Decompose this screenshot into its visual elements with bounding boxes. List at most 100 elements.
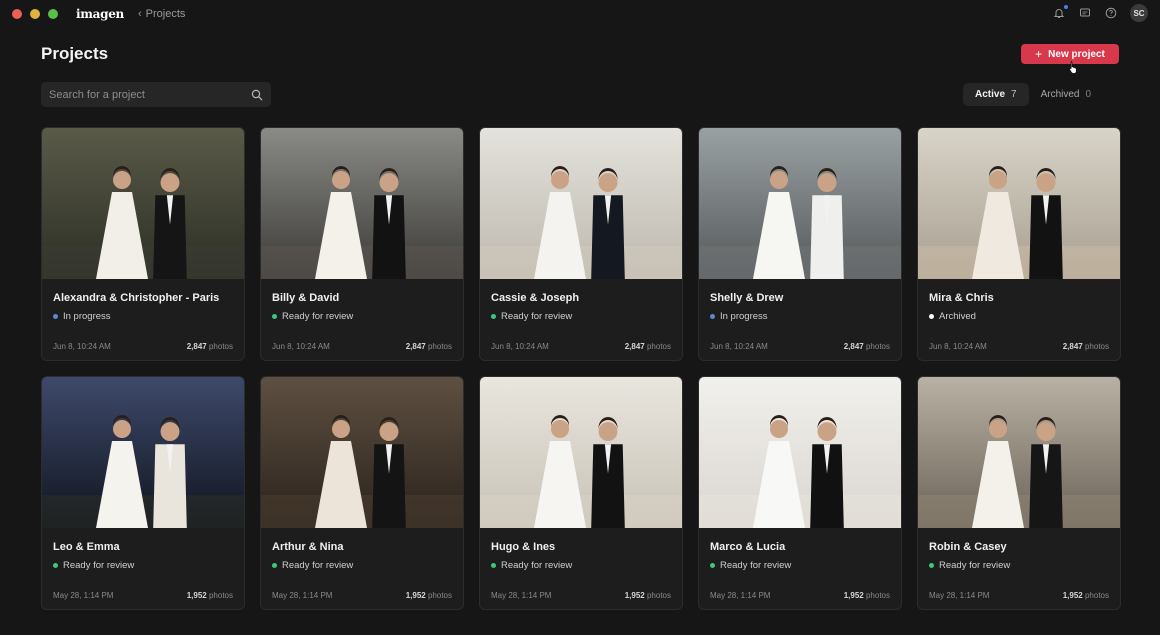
photo-count-value: 1,952 xyxy=(405,591,426,600)
photo-count: 2,847 photos xyxy=(187,342,233,351)
tab-archived-label: Archived xyxy=(1040,89,1080,100)
photo-count-label: photos xyxy=(208,342,233,351)
user-avatar[interactable]: SC xyxy=(1130,4,1148,22)
search-input[interactable] xyxy=(49,88,251,101)
minimize-window-button[interactable] xyxy=(30,8,40,19)
project-thumbnail[interactable] xyxy=(699,128,901,279)
photo-count: 2,847 photos xyxy=(406,342,452,351)
project-date: May 28, 1:14 PM xyxy=(53,591,114,600)
photo-count: 1,952 photos xyxy=(844,591,890,600)
project-thumbnail[interactable] xyxy=(261,128,463,279)
tab-archived-count: 0 xyxy=(1085,89,1092,100)
project-name: Marco & Lucia xyxy=(710,541,786,553)
page-title: Projects xyxy=(41,44,109,63)
status-label: Archived xyxy=(939,311,976,322)
photo-count-label: photos xyxy=(865,342,890,351)
status-dot xyxy=(929,563,934,568)
search-icon[interactable] xyxy=(251,89,263,101)
project-card[interactable]: Robin & Casey Ready for review May 28, 1… xyxy=(917,376,1121,610)
project-thumbnail[interactable] xyxy=(480,377,682,528)
mouse-cursor-icon xyxy=(1069,61,1077,74)
status-label: Ready for review xyxy=(939,560,1011,571)
project-thumbnail[interactable] xyxy=(699,377,901,528)
project-thumbnail[interactable] xyxy=(480,128,682,279)
status-badge: Ready for review xyxy=(272,560,353,571)
project-card[interactable]: Cassie & Joseph Ready for review Jun 8, … xyxy=(479,127,683,361)
project-card[interactable]: Marco & Lucia Ready for review May 28, 1… xyxy=(698,376,902,610)
photo-count-label: photos xyxy=(427,342,452,351)
status-badge: Ready for review xyxy=(491,560,572,571)
project-thumbnail[interactable] xyxy=(918,128,1120,279)
photo-count: 1,952 photos xyxy=(187,591,233,600)
plus-icon: + xyxy=(1035,47,1043,61)
status-label: Ready for review xyxy=(63,560,135,571)
photo-count-label: photos xyxy=(646,342,671,351)
photo-count-label: photos xyxy=(646,591,671,600)
project-date: Jun 8, 10:24 AM xyxy=(929,342,987,351)
status-label: In progress xyxy=(63,311,111,322)
project-thumbnail[interactable] xyxy=(42,128,244,279)
project-name: Mira & Chris xyxy=(929,292,994,304)
project-card[interactable]: Arthur & Nina Ready for review May 28, 1… xyxy=(260,376,464,610)
titlebar-actions: SC xyxy=(1052,4,1148,22)
photo-count-value: 1,952 xyxy=(1062,591,1083,600)
status-badge: Archived xyxy=(929,311,976,322)
project-card[interactable]: Shelly & Drew In progress Jun 8, 10:24 A… xyxy=(698,127,902,361)
app-logo[interactable]: imagen xyxy=(76,7,124,21)
project-name: Shelly & Drew xyxy=(710,292,784,304)
tab-archived[interactable]: Archived 0 xyxy=(1029,83,1103,106)
status-dot xyxy=(929,314,934,319)
status-badge: Ready for review xyxy=(53,560,134,571)
project-card[interactable]: Hugo & Ines Ready for review May 28, 1:1… xyxy=(479,376,683,610)
tab-active-count: 7 xyxy=(1011,89,1017,100)
project-card[interactable]: Leo & Emma Ready for review May 28, 1:14… xyxy=(41,376,245,610)
project-date: May 28, 1:14 PM xyxy=(272,591,333,600)
project-date: Jun 8, 10:24 AM xyxy=(710,342,768,351)
status-badge: Ready for review xyxy=(929,560,1010,571)
project-name: Leo & Emma xyxy=(53,541,120,553)
photo-count-value: 1,952 xyxy=(843,591,864,600)
status-dot xyxy=(53,314,58,319)
photo-count-label: photos xyxy=(1084,591,1109,600)
photo-count-value: 1,952 xyxy=(186,591,207,600)
bell-icon[interactable] xyxy=(1052,5,1068,20)
status-label: Ready for review xyxy=(282,311,354,322)
project-card[interactable]: Billy & David Ready for review Jun 8, 10… xyxy=(260,127,464,361)
status-badge: In progress xyxy=(710,311,768,322)
project-card[interactable]: Mira & Chris Archived Jun 8, 10:24 AM 2,… xyxy=(917,127,1121,361)
photo-count: 2,847 photos xyxy=(625,342,671,351)
project-card[interactable]: Alexandra & Christopher - Paris In progr… xyxy=(41,127,245,361)
photo-count-value: 2,847 xyxy=(624,342,645,351)
help-icon[interactable] xyxy=(1104,6,1118,20)
project-date: Jun 8, 10:24 AM xyxy=(53,342,111,351)
status-badge: Ready for review xyxy=(710,560,791,571)
project-date: Jun 8, 10:24 AM xyxy=(491,342,549,351)
project-thumbnail[interactable] xyxy=(42,377,244,528)
project-date: May 28, 1:14 PM xyxy=(710,591,771,600)
project-name: Arthur & Nina xyxy=(272,541,344,553)
chat-icon[interactable] xyxy=(1078,6,1092,20)
status-dot xyxy=(710,563,715,568)
project-name: Hugo & Ines xyxy=(491,541,556,553)
close-window-button[interactable] xyxy=(12,8,22,19)
photo-count-value: 1,952 xyxy=(624,591,645,600)
tab-active-label: Active xyxy=(975,89,1006,100)
project-name: Robin & Casey xyxy=(929,541,1007,553)
project-date: Jun 8, 10:24 AM xyxy=(272,342,330,351)
status-label: In progress xyxy=(720,311,768,322)
photo-count-label: photos xyxy=(208,591,233,600)
status-label: Ready for review xyxy=(501,311,573,322)
status-badge: In progress xyxy=(53,311,111,322)
status-dot xyxy=(272,563,277,568)
maximize-window-button[interactable] xyxy=(48,8,58,19)
photo-count: 1,952 photos xyxy=(625,591,671,600)
breadcrumb[interactable]: ‹ Projects xyxy=(138,8,185,20)
project-date: May 28, 1:14 PM xyxy=(491,591,552,600)
project-thumbnail[interactable] xyxy=(918,377,1120,528)
status-dot xyxy=(491,563,496,568)
photo-count-value: 2,847 xyxy=(1062,342,1083,351)
project-thumbnail[interactable] xyxy=(261,377,463,528)
photo-count-value: 2,847 xyxy=(186,342,207,351)
status-label: Ready for review xyxy=(720,560,792,571)
tab-active[interactable]: Active 7 xyxy=(963,83,1029,106)
